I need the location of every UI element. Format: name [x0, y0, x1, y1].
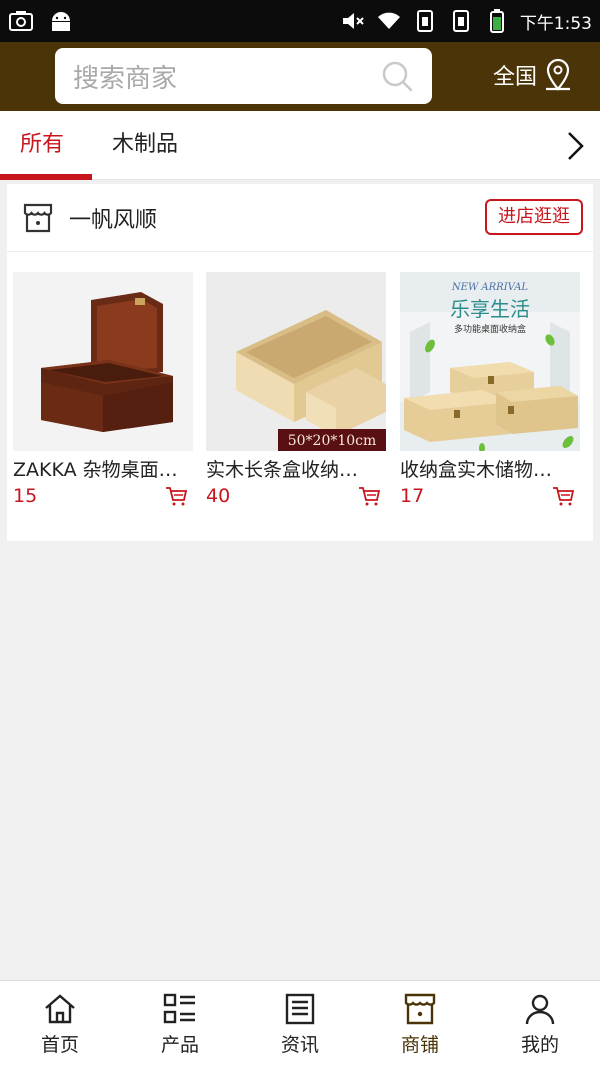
new-arrival-text: NEW ARRIVAL [451, 282, 529, 293]
product-image[interactable]: 50*20*10cm [206, 272, 386, 451]
visit-store-button[interactable]: 进店逛逛 [485, 199, 583, 235]
active-tab-indicator [0, 174, 92, 180]
category-tabs: 所有 木制品 [0, 111, 600, 180]
product-image[interactable] [13, 272, 193, 451]
status-bar: 下午1:53 [0, 0, 600, 42]
product-title[interactable]: 收纳盒实木储物… [400, 457, 580, 483]
store-name: 一帆风顺 [69, 208, 158, 233]
product-image[interactable]: NEW ARRIVAL 乐享生活 多功能桌面收纳盒 [400, 272, 580, 451]
search-input[interactable]: 搜索商家 [55, 48, 432, 104]
cart-icon[interactable] [358, 486, 380, 506]
nav-products[interactable]: 产品 [120, 981, 240, 1067]
region-label: 全国 [493, 65, 538, 90]
product-card[interactable]: ZAKKA 杂物桌面… 15 [13, 272, 193, 509]
nav-stores-label: 商铺 [400, 1033, 439, 1056]
store-icon [404, 993, 436, 1024]
product-title[interactable]: ZAKKA 杂物桌面… [13, 457, 193, 483]
nav-products-label: 产品 [160, 1033, 199, 1056]
cart-icon[interactable] [165, 486, 187, 506]
screenshot-icon [9, 11, 33, 31]
store-card: 一帆风顺 进店逛逛 ZAKKA 杂物桌面… 15 50*20*10cm 实木长条… [7, 184, 593, 541]
wifi-icon [377, 12, 400, 29]
nav-stores[interactable]: 商铺 [360, 981, 480, 1067]
battery-icon [489, 9, 504, 33]
tab-wood-products[interactable]: 木制品 [112, 111, 178, 180]
news-icon [285, 993, 315, 1024]
search-icon[interactable] [380, 59, 414, 93]
sim2-icon [452, 10, 469, 32]
nav-home[interactable]: 首页 [0, 981, 120, 1067]
location-pin-icon [546, 58, 571, 91]
nav-news[interactable]: 资讯 [240, 981, 360, 1067]
shop-icon [23, 203, 53, 233]
region-selector[interactable]: 全国 [493, 58, 573, 92]
user-icon [525, 994, 555, 1024]
nav-home-label: 首页 [40, 1033, 79, 1056]
nav-me-label: 我的 [520, 1033, 559, 1056]
nav-me[interactable]: 我的 [480, 981, 600, 1067]
storage-box-image: NEW ARRIVAL 乐享生活 多功能桌面收纳盒 [400, 272, 580, 451]
home-icon [45, 993, 75, 1023]
app-header: 搜索商家 全国 [0, 42, 600, 111]
cart-icon[interactable] [552, 486, 574, 506]
product-card[interactable]: 50*20*10cm 实木长条盒收纳… 40 [206, 272, 386, 509]
product-title[interactable]: 实木长条盒收纳… [206, 457, 386, 483]
product-price: 17 [400, 485, 425, 507]
chevron-right-icon[interactable] [560, 129, 590, 163]
tab-all[interactable]: 所有 [20, 111, 64, 180]
sim1-icon [416, 10, 433, 32]
store-header: 一帆风顺 进店逛逛 [7, 184, 593, 252]
product-card[interactable]: NEW ARRIVAL 乐享生活 多功能桌面收纳盒 收纳盒实木储物… 17 [400, 272, 580, 509]
lifestyle-title-text: 乐享生活 [450, 297, 530, 321]
nav-news-label: 资讯 [280, 1033, 319, 1056]
product-price: 15 [13, 485, 38, 507]
clock: 下午1:53 [519, 13, 592, 34]
lifestyle-subtitle-text: 多功能桌面收纳盒 [454, 323, 526, 335]
search-placeholder: 搜索商家 [73, 63, 178, 94]
android-icon [52, 12, 70, 31]
product-price: 40 [206, 485, 231, 507]
long-wooden-box-image: 50*20*10cm [206, 272, 386, 451]
size-label: 50*20*10cm [288, 433, 377, 449]
mute-icon [342, 13, 364, 29]
bottom-navigation: 首页 产品 资讯 商铺 我的 [0, 980, 600, 1067]
list-icon [163, 993, 195, 1023]
wooden-box-image [13, 272, 193, 451]
